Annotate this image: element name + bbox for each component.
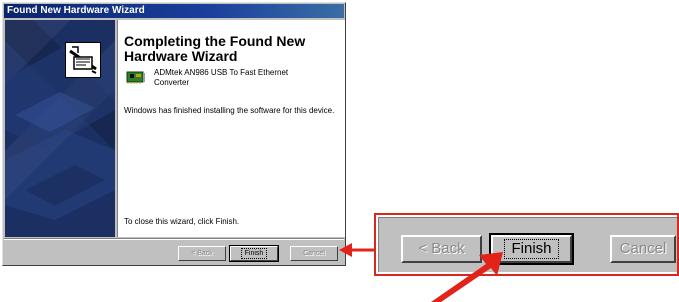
annotation-overlay — [339, 243, 503, 302]
red-pointer-arrow — [431, 252, 503, 302]
callout-connector-arrow — [339, 243, 374, 257]
